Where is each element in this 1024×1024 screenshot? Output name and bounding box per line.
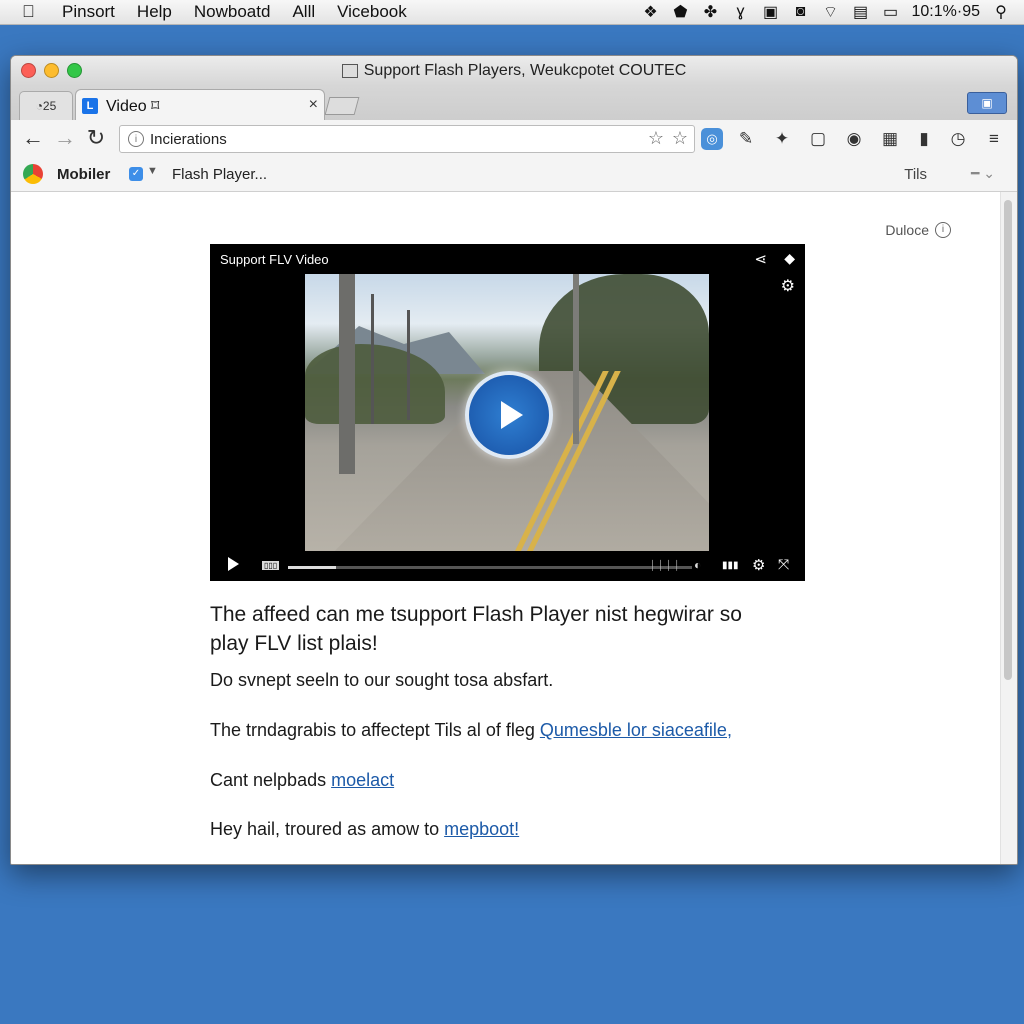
seek-progress <box>288 566 337 569</box>
bookmark-mobiler[interactable]: Mobiler <box>57 166 110 183</box>
menu-icon[interactable]: ≡ <box>983 128 1005 150</box>
speed-icon[interactable]: │ │ │ │ <box>650 560 680 570</box>
trash-icon[interactable]: ▮ <box>913 128 935 150</box>
wifi-icon[interactable]: ⌔ <box>822 2 840 22</box>
browser-window: Support Flash Players, Weukcpotet COUTEC… <box>10 55 1018 865</box>
headline: The affeed can me tsupport Flash Player … <box>210 603 742 655</box>
tab-video[interactable]: L Video ⌑ × <box>75 89 325 121</box>
profile-button[interactable]: ▣ <box>967 92 1007 114</box>
close-tab-icon[interactable]: × <box>309 96 318 114</box>
clock-icon[interactable]: ◷ <box>947 128 969 150</box>
minimize-window-button[interactable] <box>44 63 59 78</box>
bluetooth-icon[interactable]: ɣ <box>732 3 750 21</box>
settings-gear-icon[interactable]: ⚙ <box>781 276 795 296</box>
back-arrow-icon[interactable]: ← <box>21 126 45 150</box>
display-icon[interactable]: ◙ <box>792 3 810 21</box>
forward-arrow-icon[interactable]: → <box>53 126 77 150</box>
search-icon[interactable]: ⚲ <box>992 2 1010 22</box>
paragraph-4: Hey hail, troured as amow to mepboot! <box>210 819 519 840</box>
toolbar: ← → ↻ i Incierations ☆ ☆ ◎ ✎ ✦ ▢ ◉ ▦ ▮ ◷… <box>11 120 1017 159</box>
shield-check-icon[interactable]: ✓ <box>129 167 143 181</box>
tab-strip: ◔25 L Video ⌑ × ▣ <box>11 86 1017 121</box>
video-title: Support FLV Video <box>220 252 329 267</box>
time-display: ▯▯▯ <box>262 561 280 570</box>
video-scene-pole <box>371 294 374 424</box>
title-bar: Support Flash Players, Weukcpotet COUTEC <box>11 56 1017 86</box>
window-controls <box>21 63 82 78</box>
bookmark-star-icon[interactable]: ☆ <box>648 128 664 149</box>
paragraph-2-link[interactable]: Qumesble lor siaceafile, <box>540 720 732 740</box>
comment-icon[interactable]: ◆ <box>784 250 795 267</box>
fullscreen-icon[interactable]: ⤧ <box>778 556 789 573</box>
player-controls: ▯▯▯ │ │ │ │ ◐ ▮▮▮ ⚙ ⤧ <box>210 551 805 581</box>
tab-label: Video ⌑ <box>106 97 160 115</box>
menu-bar:  Pinsort Help Nowboatd Alll Vicebook ❖ … <box>0 0 1024 25</box>
close-window-button[interactable] <box>21 63 36 78</box>
bookmarks-bar: Mobiler ✓ ▼ Flash Player... Tils ━ ⌄ <box>11 158 1017 192</box>
browser-logo-icon[interactable] <box>23 164 43 184</box>
pen-icon[interactable]: ✎ <box>735 128 757 150</box>
chevron-down-icon[interactable]: ▼ <box>147 165 158 177</box>
menu-vicebook[interactable]: Vicebook <box>337 2 407 22</box>
puzzle-icon[interactable]: ✤ <box>702 2 720 22</box>
paragraph-3: Cant nelpbads moelact <box>210 770 394 791</box>
info-icon: i <box>935 222 951 238</box>
scrollbar[interactable] <box>1000 192 1017 864</box>
play-icon <box>501 401 523 429</box>
apple-icon[interactable]:  <box>22 2 40 22</box>
bookmark-tils[interactable]: Tils <box>904 166 927 183</box>
video-scene-pole <box>339 274 355 474</box>
tab-favicon-icon: L <box>82 97 98 114</box>
reload-icon[interactable]: ↻ <box>84 126 108 150</box>
dropbox-icon[interactable]: ❖ <box>642 2 660 22</box>
paragraph-4-text: Hey hail, troured as amow to <box>210 819 445 839</box>
extension-shield-icon[interactable]: ◎ <box>701 128 723 150</box>
address-bar[interactable]: i Incierations ☆ ☆ <box>119 125 695 153</box>
video-scene-pole <box>573 274 579 444</box>
paragraph-2: The trndagrabis to affectept Tils al of … <box>210 720 732 741</box>
volume-icon[interactable]: ◐ <box>694 558 701 572</box>
grid-icon[interactable]: ▦ <box>879 128 901 150</box>
star-outline-icon[interactable]: ☆ <box>672 128 688 149</box>
share-icon[interactable]: ⋖ <box>754 250 767 268</box>
shield-icon[interactable]: ⬟ <box>672 2 690 22</box>
play-button[interactable] <box>465 371 553 459</box>
duloce-link[interactable]: Duloce i <box>885 222 951 238</box>
screen-icon[interactable]: ▣ <box>762 2 780 22</box>
bookmark-flash-player[interactable]: Flash Player... <box>172 166 267 183</box>
volume-icon[interactable]: ▤ <box>852 2 870 22</box>
status-area: ❖ ⬟ ✤ ɣ ▣ ◙ ⌔ ▤ ▭ 10:1%·95 ⚲ <box>642 0 1011 24</box>
seek-bar[interactable] <box>288 566 692 569</box>
square-icon[interactable]: ▢ <box>807 128 829 150</box>
bookmark-overflow-icon[interactable]: ━ ⌄ <box>971 165 995 182</box>
pin-icon[interactable]: ✦ <box>771 128 793 150</box>
paragraph-3-text: Cant nelpbads <box>210 770 332 790</box>
battery-icon[interactable]: ▭ <box>882 2 900 22</box>
new-tab-button[interactable] <box>324 97 360 115</box>
paragraph-3-link[interactable]: moelact <box>331 770 394 790</box>
menu-help[interactable]: Help <box>137 2 172 22</box>
quality-icon[interactable]: ▮▮▮ <box>722 560 739 571</box>
video-scene-pole <box>407 310 410 420</box>
paragraph-2-text: The trndagrabis to affectept Tils al of … <box>210 720 540 740</box>
video-player[interactable]: Support FLV Video ⋖ ◆ ⚙ ▯▯▯ │ │ │ │ ◐ ▮▮… <box>210 244 805 581</box>
document-icon <box>341 64 358 78</box>
scrollbar-thumb[interactable] <box>1004 200 1012 680</box>
menu-nowboatd[interactable]: Nowboatd <box>194 2 271 22</box>
window-title: Support Flash Players, Weukcpotet COUTEC <box>363 62 687 79</box>
duloce-label: Duloce <box>885 222 929 238</box>
tab-pinned[interactable]: ◔25 <box>19 91 73 120</box>
camera-icon[interactable]: ◉ <box>843 128 865 150</box>
paragraph-1: Do svnept seeln to our sought tosa absfa… <box>210 670 554 690</box>
clock[interactable]: 10:1%·95 <box>912 3 981 21</box>
paragraph-4-link[interactable]: mepboot! <box>444 819 519 839</box>
address-text: Incierations <box>150 130 227 148</box>
menu-pinsort[interactable]: Pinsort <box>62 2 115 22</box>
page-content: Duloce i Support FLV Video ⋖ ◆ ⚙ ▯▯▯ │ │… <box>11 192 1001 864</box>
page-info-icon[interactable]: i <box>128 131 144 147</box>
control-settings-icon[interactable]: ⚙ <box>752 556 765 574</box>
control-play-icon[interactable] <box>228 557 239 571</box>
menu-alll[interactable]: Alll <box>292 2 315 22</box>
zoom-window-button[interactable] <box>67 63 82 78</box>
